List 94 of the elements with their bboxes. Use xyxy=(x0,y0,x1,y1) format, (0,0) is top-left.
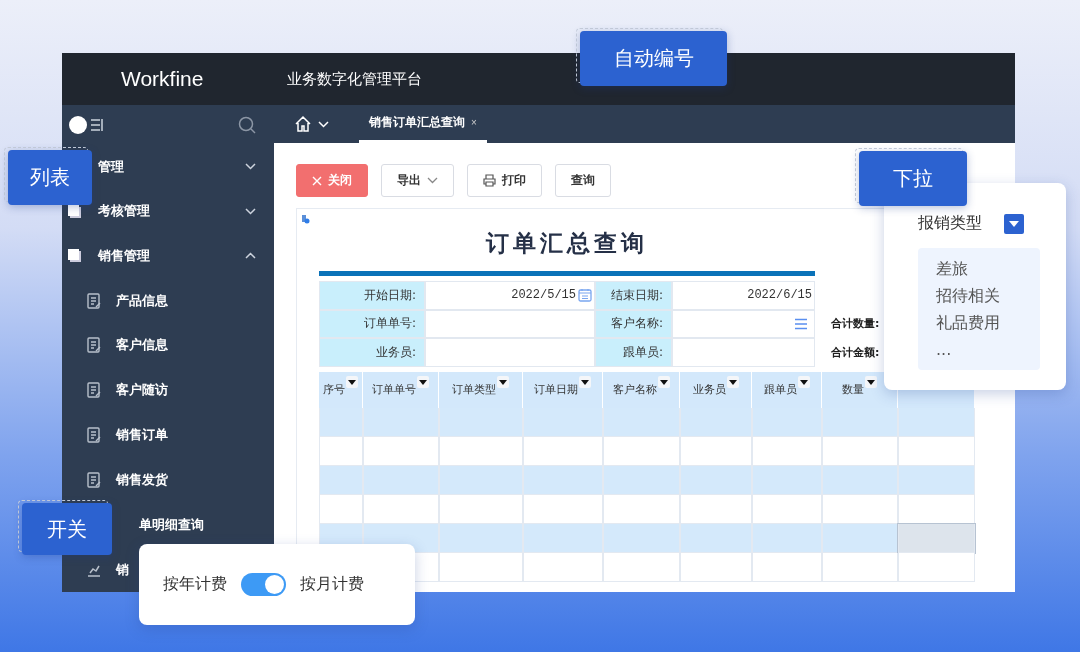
column-header: 序号 xyxy=(319,371,363,408)
sidebar-item[interactable]: 客户随访 xyxy=(116,381,168,400)
chevron-down-icon xyxy=(245,207,256,215)
form-field[interactable] xyxy=(672,338,815,367)
table-cell xyxy=(752,552,822,582)
tab[interactable]: 销售订单汇总查询 × xyxy=(359,105,487,143)
query-button[interactable]: 查询 xyxy=(555,164,611,197)
table-cell xyxy=(680,465,752,495)
sidebar-group[interactable]: 销售管理 xyxy=(98,247,150,263)
table-cell xyxy=(752,494,822,524)
home-icon xyxy=(294,115,312,133)
table-cell xyxy=(680,494,752,524)
dropdown-option[interactable]: 招待相关 xyxy=(936,283,1022,308)
feature-callout: 开关 xyxy=(22,503,112,555)
filter-icon[interactable] xyxy=(579,375,591,388)
switch-label: 按年计费 xyxy=(163,574,227,595)
dropdown-option[interactable]: ... xyxy=(936,337,1022,362)
sidebar-item[interactable]: 销 xyxy=(116,560,129,579)
sidebar-item[interactable]: 销售订单 xyxy=(116,426,168,445)
form-field[interactable] xyxy=(425,338,595,367)
filter-icon[interactable] xyxy=(797,375,810,388)
report-marker-icon xyxy=(302,215,310,224)
form-label: 开始日期: xyxy=(319,281,425,310)
feature-callout: 列表 xyxy=(8,150,92,205)
dropdown-label: 报销类型 xyxy=(918,213,982,234)
table-cell xyxy=(319,465,363,495)
search-icon[interactable] xyxy=(238,115,256,134)
document-icon xyxy=(87,382,101,399)
list-icon[interactable] xyxy=(794,316,808,331)
form-label: 订单单号: xyxy=(319,309,425,338)
chevron-down-icon xyxy=(318,120,329,128)
table-cell xyxy=(319,436,363,466)
filter-icon[interactable] xyxy=(417,375,429,388)
form-field[interactable]: 2022/5/15 xyxy=(425,281,595,310)
column-header: 订单类型 xyxy=(439,371,523,408)
table-cell xyxy=(680,523,752,553)
print-button[interactable]: 打印 xyxy=(467,164,542,197)
export-dropdown[interactable]: 导出 xyxy=(381,164,454,197)
total-label: 合计数量: xyxy=(831,316,880,332)
sidebar-item[interactable]: 客户信息 xyxy=(116,336,168,355)
table-cell xyxy=(319,494,363,524)
chevron-down-icon xyxy=(427,177,438,184)
sidebar-group[interactable]: 管理 xyxy=(98,158,124,174)
feature-callout: 下拉 xyxy=(859,151,967,206)
collapse-menu-icon[interactable] xyxy=(68,114,106,135)
document-icon xyxy=(87,292,101,309)
platform-title: 业务数字化管理平台 xyxy=(287,69,422,89)
column-header: 订单日期 xyxy=(523,371,603,408)
table-cell xyxy=(752,436,822,466)
chevron-up-icon xyxy=(245,252,256,260)
pages-icon xyxy=(67,248,82,264)
sidebar-item[interactable]: 销售发货 xyxy=(116,470,168,489)
feature-callout: 自动编号 xyxy=(580,31,727,86)
dropdown-option[interactable]: 差旅 xyxy=(936,256,1022,281)
filter-icon[interactable] xyxy=(865,375,877,388)
column-header: 数量 xyxy=(822,371,898,408)
report-title: 订单汇总查询 xyxy=(319,224,815,276)
chevron-down-icon xyxy=(245,163,256,171)
sidebar-item[interactable]: 单明细查询 xyxy=(139,515,204,534)
toggle-switch[interactable] xyxy=(241,573,286,596)
filter-icon[interactable] xyxy=(346,375,358,388)
sidebar-group[interactable]: 考核管理 xyxy=(98,203,150,219)
document-icon xyxy=(87,427,101,444)
filter-icon[interactable] xyxy=(657,375,670,388)
column-header: 订单单号 xyxy=(363,371,439,408)
table-cell xyxy=(752,407,822,437)
pages-icon xyxy=(67,203,82,219)
table-cell xyxy=(752,465,822,495)
column-header: 跟单员 xyxy=(752,371,822,408)
form-field[interactable] xyxy=(425,309,595,338)
column-header: 客户名称 xyxy=(603,371,680,408)
document-icon xyxy=(87,471,101,488)
form-label: 结束日期: xyxy=(595,281,672,310)
printer-icon xyxy=(483,174,496,187)
table-cell xyxy=(319,407,363,437)
total-label: 合计金额: xyxy=(831,344,880,360)
form-field[interactable] xyxy=(672,309,815,338)
form-label: 客户名称: xyxy=(595,309,672,338)
app-logo: Workfine xyxy=(121,67,205,91)
form-label: 跟单员: xyxy=(595,338,672,367)
table-cell xyxy=(680,552,752,582)
switch-label: 按月计费 xyxy=(300,574,364,595)
close-icon xyxy=(312,175,322,186)
table-cell xyxy=(680,407,752,437)
table-cell xyxy=(680,436,752,466)
dropdown-option[interactable]: 礼品费用 xyxy=(936,310,1022,335)
filter-icon[interactable] xyxy=(726,375,739,388)
document-icon xyxy=(87,337,101,354)
table-cell xyxy=(752,523,822,553)
column-header: 业务员 xyxy=(680,371,752,408)
sidebar-item[interactable]: 产品信息 xyxy=(116,291,168,310)
form-label: 业务员: xyxy=(319,338,425,367)
form-field[interactable]: 2022/6/15 xyxy=(672,281,815,310)
filter-icon[interactable] xyxy=(497,375,509,388)
